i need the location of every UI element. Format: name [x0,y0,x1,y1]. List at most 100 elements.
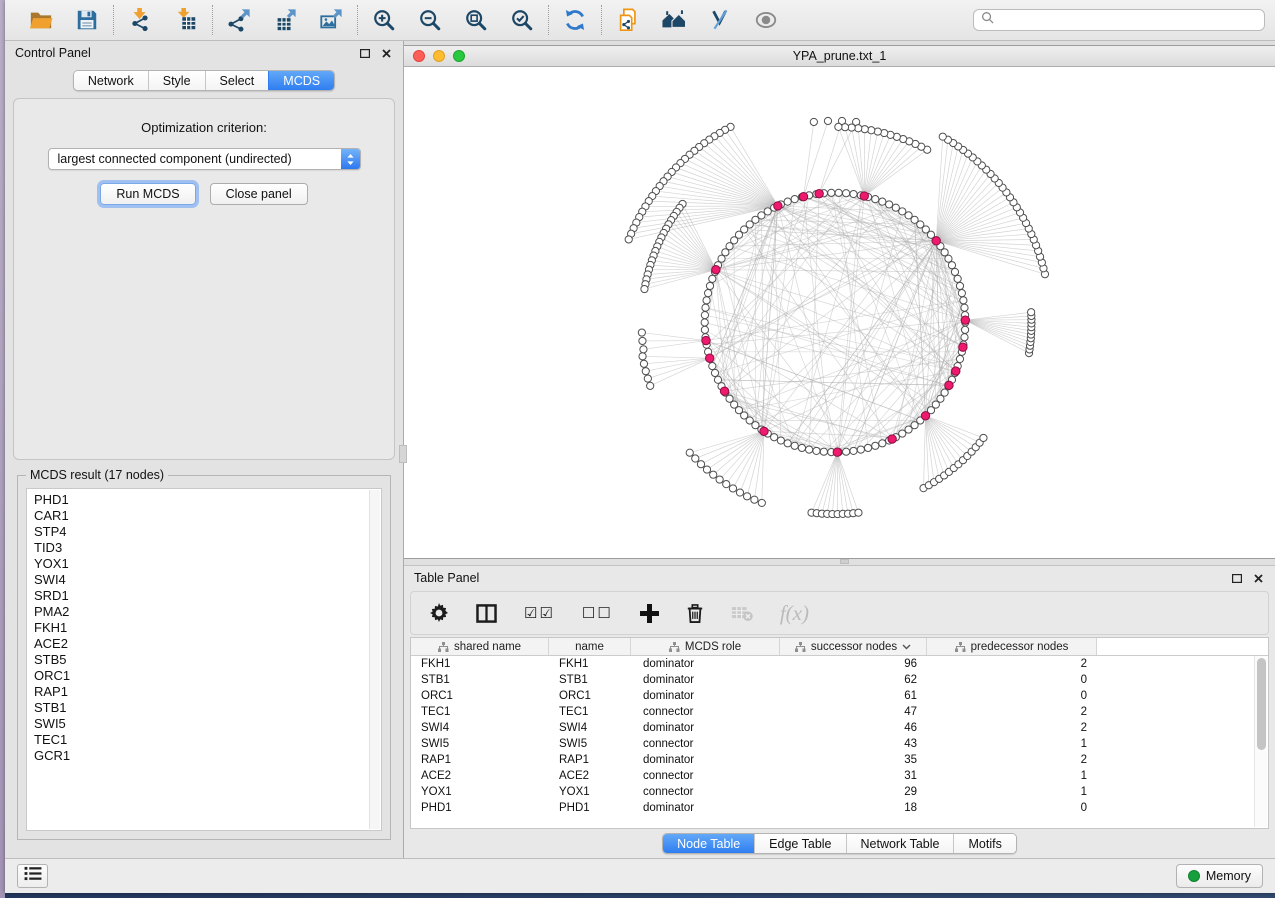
float-panel-icon[interactable] [358,47,371,60]
table-row[interactable]: YOX1YOX1connector291 [411,784,1268,800]
save-session-icon[interactable] [74,7,100,33]
cell-name[interactable]: SWI4 [549,720,631,736]
table-row[interactable]: ACE2ACE2connector311 [411,768,1268,784]
mcds-result-item[interactable]: TEC1 [34,732,381,748]
zoom-fit-icon[interactable] [463,7,489,33]
settings-gear-icon[interactable] [429,603,449,623]
mcds-result-item[interactable]: CAR1 [34,508,381,524]
window-zoom-button[interactable] [453,50,465,62]
import-network-icon[interactable] [127,7,153,33]
cell-name[interactable]: YOX1 [549,784,631,800]
column-menu-chevron-icon[interactable] [902,644,911,650]
cell-name[interactable]: STB1 [549,672,631,688]
cell-shared-name[interactable]: FKH1 [411,656,549,672]
cell-predecessor-nodes[interactable]: 2 [927,656,1097,672]
mcds-result-item[interactable]: ORC1 [34,668,381,684]
cell-successor-nodes[interactable]: 47 [780,704,927,720]
cell-predecessor-nodes[interactable]: 0 [927,688,1097,704]
cell-shared-name[interactable]: SWI4 [411,720,549,736]
run-mcds-button[interactable]: Run MCDS [100,183,195,205]
table-row[interactable]: SWI4SWI4dominator462 [411,720,1268,736]
cell-shared-name[interactable]: STB1 [411,672,549,688]
cell-mcds-role[interactable]: connector [631,736,780,752]
mcds-result-item[interactable]: ACE2 [34,636,381,652]
window-minimize-button[interactable] [433,50,445,62]
mcds-result-item[interactable]: STB1 [34,700,381,716]
cell-name[interactable]: RAP1 [549,752,631,768]
mcds-result-item[interactable]: FKH1 [34,620,381,636]
cell-successor-nodes[interactable]: 18 [780,800,927,816]
column-header-name[interactable]: name [549,638,631,655]
share-document-icon[interactable] [615,7,641,33]
table-row[interactable]: SWI5SWI5connector431 [411,736,1268,752]
window-close-button[interactable] [413,50,425,62]
cell-shared-name[interactable]: ORC1 [411,688,549,704]
table-row[interactable]: FKH1FKH1dominator962 [411,656,1268,672]
cell-name[interactable]: PHD1 [549,800,631,816]
mcds-result-item[interactable]: TID3 [34,540,381,556]
cell-name[interactable]: TEC1 [549,704,631,720]
table-row[interactable]: ORC1ORC1dominator610 [411,688,1268,704]
close-panel-icon[interactable] [380,47,393,60]
cell-predecessor-nodes[interactable]: 2 [927,720,1097,736]
tab-mcds[interactable]: MCDS [268,71,334,90]
cell-predecessor-nodes[interactable]: 1 [927,736,1097,752]
tab-network[interactable]: Network [74,71,148,90]
cell-mcds-role[interactable]: connector [631,784,780,800]
cell-predecessor-nodes[interactable]: 0 [927,672,1097,688]
add-column-icon[interactable] [640,604,659,623]
cell-successor-nodes[interactable]: 29 [780,784,927,800]
cell-name[interactable]: ACE2 [549,768,631,784]
vizmapper-icon[interactable] [707,7,733,33]
zoom-out-icon[interactable] [417,7,443,33]
memory-button[interactable]: Memory [1176,864,1263,888]
cell-name[interactable]: FKH1 [549,656,631,672]
cell-shared-name[interactable]: PHD1 [411,800,549,816]
table-scrollbar[interactable] [1254,656,1267,827]
zoom-in-icon[interactable] [371,7,397,33]
cell-successor-nodes[interactable]: 62 [780,672,927,688]
export-image-icon[interactable] [318,7,344,33]
horizontal-splitter[interactable] [404,559,1275,565]
select-all-icon[interactable]: ☑☑ [524,604,555,622]
mcds-result-item[interactable]: GCR1 [34,748,381,764]
mcds-result-item[interactable]: PHD1 [34,492,381,508]
table-row[interactable]: TEC1TEC1connector472 [411,704,1268,720]
export-network-icon[interactable] [226,7,252,33]
close-panel-button[interactable]: Close panel [210,183,308,205]
mcds-result-item[interactable]: SRD1 [34,588,381,604]
mcds-list-scrollbar[interactable] [369,490,380,829]
network-window-titlebar[interactable]: YPA_prune.txt_1 [404,46,1275,67]
delete-column-icon[interactable] [686,603,704,624]
tab-select[interactable]: Select [205,71,269,90]
mcds-result-item[interactable]: SWI4 [34,572,381,588]
mcds-result-item[interactable]: STB5 [34,652,381,668]
split-panel-icon[interactable] [476,604,497,623]
cell-successor-nodes[interactable]: 43 [780,736,927,752]
home-icon[interactable] [661,7,687,33]
show-hide-icon[interactable] [753,7,779,33]
cell-successor-nodes[interactable]: 96 [780,656,927,672]
cell-shared-name[interactable]: TEC1 [411,704,549,720]
cell-mcds-role[interactable]: connector [631,768,780,784]
cell-successor-nodes[interactable]: 35 [780,752,927,768]
column-header-mcds-role[interactable]: MCDS role [631,638,780,655]
tab-style[interactable]: Style [148,71,205,90]
cell-name[interactable]: SWI5 [549,736,631,752]
open-session-icon[interactable] [28,7,54,33]
mcds-result-item[interactable]: PMA2 [34,604,381,620]
cell-predecessor-nodes[interactable]: 2 [927,704,1097,720]
search-input[interactable] [999,13,1257,27]
mcds-result-item[interactable]: SWI5 [34,716,381,732]
cell-mcds-role[interactable]: connector [631,704,780,720]
table-row[interactable]: PHD1PHD1dominator180 [411,800,1268,816]
cell-mcds-role[interactable]: dominator [631,752,780,768]
column-header-shared-name[interactable]: shared name [411,638,549,655]
mcds-result-item[interactable]: STP4 [34,524,381,540]
cell-mcds-role[interactable]: dominator [631,720,780,736]
cell-shared-name[interactable]: YOX1 [411,784,549,800]
mcds-result-item[interactable]: RAP1 [34,684,381,700]
deselect-all-icon[interactable]: ☐☐ [582,604,613,622]
cell-predecessor-nodes[interactable]: 1 [927,768,1097,784]
table-tab-edge-table[interactable]: Edge Table [754,834,845,853]
